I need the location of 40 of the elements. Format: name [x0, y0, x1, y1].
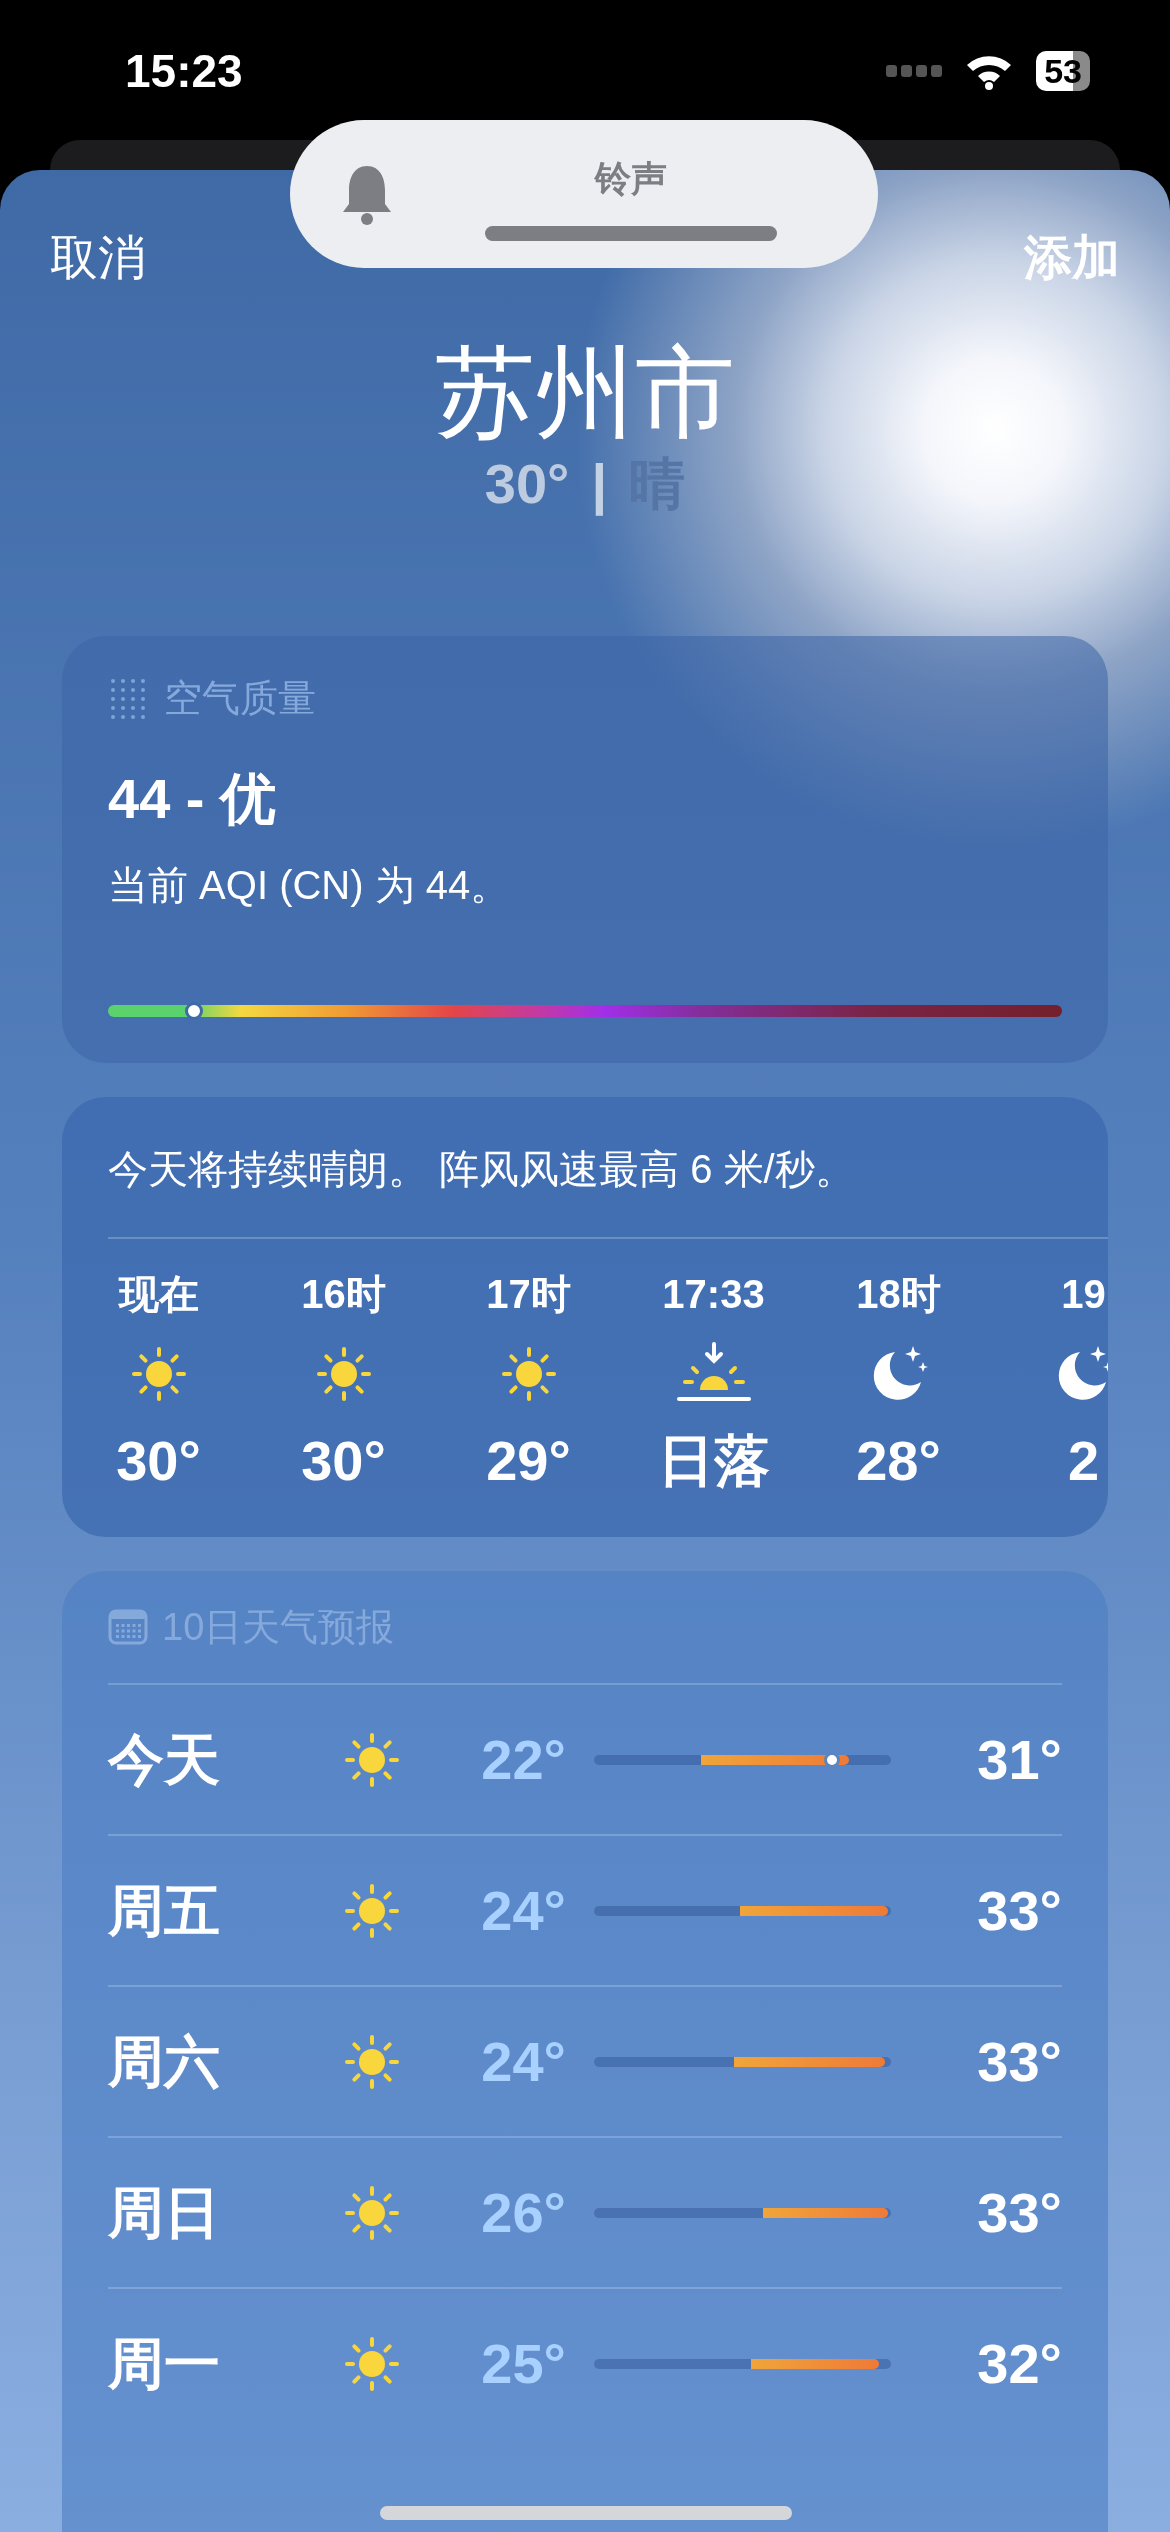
battery-indicator: 53 [1036, 51, 1090, 91]
high-temperature: 33° [976, 2028, 1062, 2095]
banner-title: 铃声 [595, 156, 667, 201]
hour-temperature: 29° [486, 1429, 571, 1493]
hour-label: 16时 [301, 1271, 386, 1318]
status-time: 15:23 [125, 43, 243, 99]
hour-label: 17时 [486, 1271, 571, 1318]
hour-temperature: 30° [301, 1429, 386, 1493]
separator: | [591, 452, 608, 516]
day-label: 周一 [108, 2330, 221, 2397]
high-temperature: 33° [976, 1877, 1062, 1944]
day-label: 今天 [108, 1726, 221, 1793]
current-temperature: 30° [484, 452, 570, 516]
hour-label: 18时 [856, 1271, 941, 1318]
hour-temperature: 30° [116, 1429, 201, 1493]
signal-icon [886, 65, 943, 77]
high-temperature: 33° [976, 2179, 1062, 2246]
city-name: 苏州市 [435, 335, 735, 450]
hour-temperature: 28° [856, 1429, 941, 1493]
hour-label: 19 [1061, 1271, 1106, 1318]
high-temperature: 32° [976, 2330, 1062, 2397]
low-temperature: 24° [480, 2028, 566, 2095]
high-temperature: 31° [976, 1726, 1062, 1793]
low-temperature: 26° [480, 2179, 566, 2246]
low-temperature: 24° [480, 1877, 566, 1944]
aqi-value: 44 - 优 [108, 766, 278, 832]
hour-label: 现在 [118, 1271, 199, 1318]
hour-label: 17:33 [662, 1271, 765, 1318]
day-label: 周日 [108, 2179, 221, 2246]
calendar-icon [108, 1609, 148, 1645]
aqi-description: 当前 AQI (CN) 为 44。 [108, 862, 512, 909]
hour-temperature: 日落 [657, 1429, 770, 1493]
day-label: 周五 [108, 1877, 221, 1944]
hour-temperature: 2 [1067, 1429, 1100, 1493]
low-temperature: 22° [480, 1726, 566, 1793]
weather-summary: 今天将持续晴朗。 阵风风速最高 6 米/秒。 [108, 1146, 856, 1193]
card-title: 空气质量 [164, 676, 316, 721]
low-temperature: 25° [480, 2330, 566, 2397]
day-label: 周六 [108, 2028, 221, 2095]
cancel-button[interactable]: 取消 [50, 222, 146, 294]
